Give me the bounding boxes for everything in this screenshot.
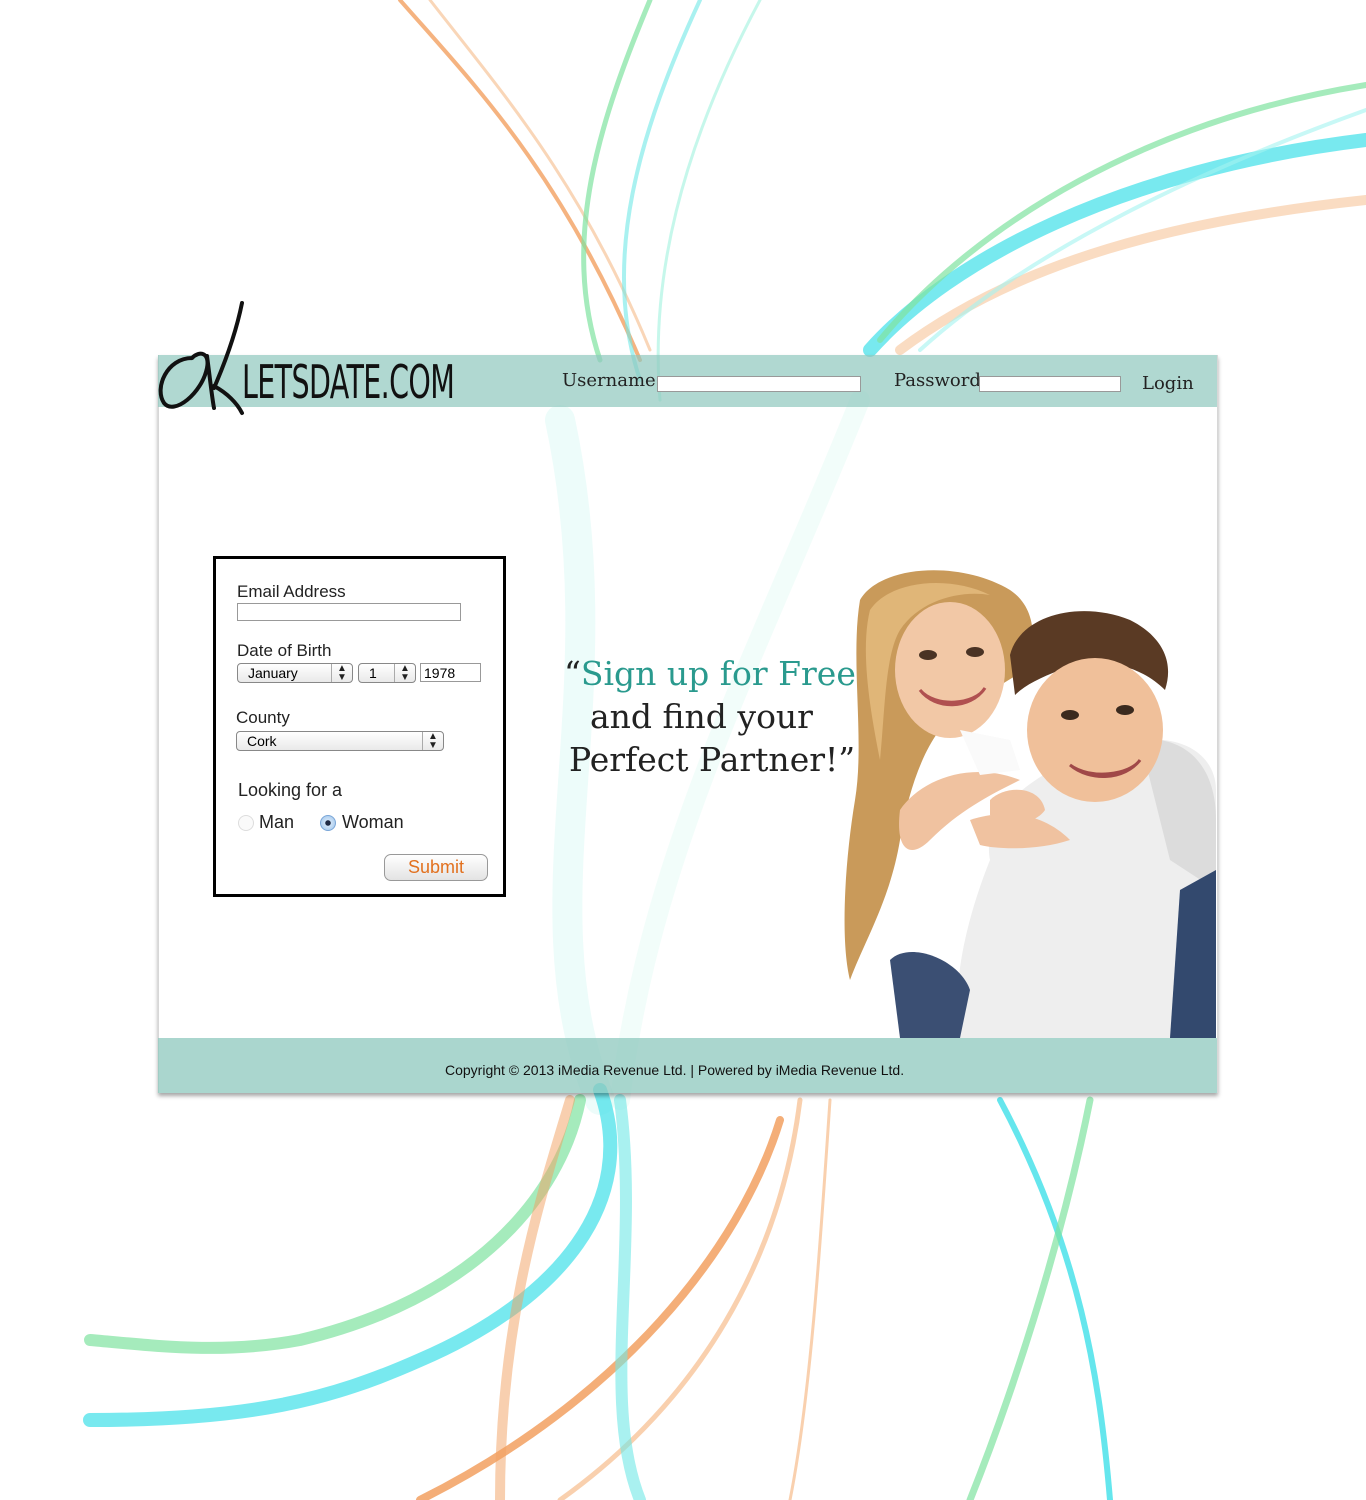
radio-woman[interactable] <box>320 815 336 831</box>
password-label: Password <box>894 370 981 391</box>
tagline-highlight: Sign up for Free <box>580 654 856 693</box>
email-label: Email Address <box>237 582 346 601</box>
tagline-line2: and find your <box>590 697 813 736</box>
email-input[interactable] <box>237 603 461 621</box>
dob-day-select[interactable]: 1 ▲ ▼ <box>358 663 416 683</box>
dob-month-value: January <box>248 665 298 681</box>
updown-chevron-icon: ▲ ▼ <box>422 732 443 751</box>
logo-text: LETSDATE.COM <box>242 355 455 409</box>
radio-woman-label: Woman <box>342 812 404 832</box>
looking-for-label: Looking for a <box>238 780 343 800</box>
couple-photo <box>844 570 1216 1038</box>
tagline-line1: “Sign up for Free <box>564 654 856 693</box>
county-select[interactable]: Cork ▲ ▼ <box>236 731 444 751</box>
password-input[interactable] <box>979 376 1121 392</box>
updown-chevron-icon: ▲ ▼ <box>394 664 415 683</box>
footer-copyright: Copyright © 2013 iMedia Revenue Ltd. | P… <box>445 1062 905 1078</box>
radio-man[interactable] <box>238 815 254 831</box>
county-label: County <box>236 708 290 727</box>
dob-year-input[interactable] <box>420 663 481 682</box>
tagline-line3: Perfect Partner!” <box>569 740 856 779</box>
dob-label: Date of Birth <box>237 641 332 660</box>
login-link[interactable]: Login <box>1142 373 1194 394</box>
tagline-open-quote: “ <box>564 654 581 693</box>
username-input[interactable] <box>657 376 861 392</box>
dob-month-select[interactable]: January ▲ ▼ <box>237 663 353 683</box>
county-value: Cork <box>247 733 277 749</box>
submit-button[interactable]: Submit <box>384 854 488 881</box>
radio-man-label: Man <box>259 812 295 832</box>
updown-chevron-icon: ▲ ▼ <box>331 664 352 683</box>
dob-day-value: 1 <box>369 665 377 681</box>
username-label: Username <box>562 370 656 391</box>
